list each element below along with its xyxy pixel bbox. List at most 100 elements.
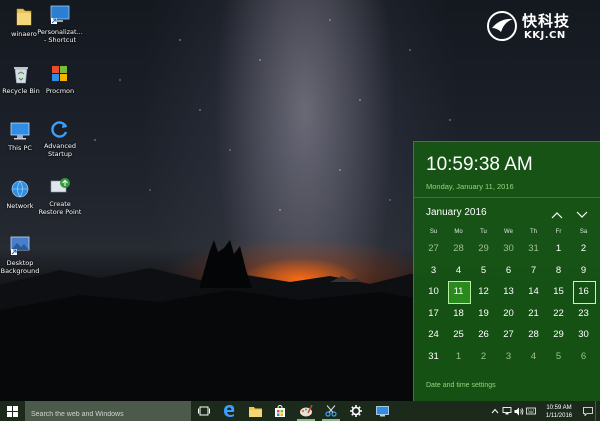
calendar-day[interactable]: 15	[546, 281, 571, 303]
calendar-day[interactable]: 12	[471, 281, 496, 303]
weekday-header: Fr	[555, 229, 562, 235]
clock-calendar-flyout: 10:59:38 AM Monday, January 11, 2016 Jan…	[413, 141, 600, 401]
desktop-icon-create-restore-point[interactable]: Create Restore Point	[36, 176, 84, 216]
chevron-up-icon	[491, 408, 499, 414]
desktop-icon-advanced-startup[interactable]: Advanced Startup	[36, 118, 84, 158]
recycle-bin-icon	[14, 67, 28, 84]
watermark-subtext: KKJ.CN	[524, 30, 566, 41]
calendar-day-today[interactable]: 11	[446, 281, 471, 304]
calendar-day-selected[interactable]: 16	[571, 281, 596, 304]
desktop-icon-label: Personalizat... - Shortcut	[37, 28, 83, 44]
previous-month-button[interactable]	[550, 206, 564, 219]
calendar-day[interactable]: 23	[571, 303, 596, 325]
calendar-day[interactable]: 31	[521, 238, 546, 260]
scissors-icon	[324, 405, 337, 417]
calendar-day[interactable]: 31	[421, 346, 446, 368]
search-input[interactable]	[25, 404, 191, 421]
watermark-text: 快科技	[522, 12, 571, 30]
kkj-logo-icon	[487, 11, 517, 41]
flyout-divider	[414, 197, 600, 198]
edge-browser-button[interactable]	[217, 401, 241, 421]
calendar-day[interactable]: 10	[421, 281, 446, 303]
store-bag-icon	[275, 405, 285, 417]
snipping-tool-button[interactable]	[319, 401, 343, 421]
chevron-down-icon	[576, 211, 588, 218]
taskbar-clock[interactable]: 10:59 AM 1/11/2016	[537, 403, 581, 420]
gear-icon	[350, 405, 362, 417]
calendar-day[interactable]: 7	[521, 260, 546, 282]
edge-icon	[224, 405, 235, 417]
keyboard-input-button[interactable]	[525, 401, 537, 421]
calendar-day[interactable]: 5	[471, 260, 496, 282]
weekday-header: We	[504, 229, 513, 235]
calendar-day[interactable]: 30	[571, 324, 596, 346]
calendar-day[interactable]: 4	[446, 260, 471, 282]
folder-icon	[248, 406, 262, 417]
calendar-day[interactable]: 27	[496, 324, 521, 346]
computer-icon	[10, 122, 30, 140]
calendar-day[interactable]: 14	[521, 281, 546, 303]
keyboard-icon	[526, 407, 536, 415]
calendar-day[interactable]: 6	[496, 260, 521, 282]
calendar-day[interactable]: 18	[446, 303, 471, 325]
calendar-day[interactable]: 29	[471, 238, 496, 260]
windows-logo-icon	[7, 405, 18, 417]
calendar-day[interactable]: 2	[471, 346, 496, 368]
file-explorer-button[interactable]	[243, 401, 267, 421]
speaker-icon	[514, 407, 524, 415]
restore-point-icon	[50, 178, 70, 193]
volume-button[interactable]	[513, 401, 525, 421]
action-center-button[interactable]	[581, 401, 595, 421]
paint-app-button[interactable]	[294, 401, 318, 421]
network-tray-button[interactable]	[501, 401, 513, 421]
store-button[interactable]	[268, 401, 292, 421]
system-tray: 10:59 AM 1/11/2016	[489, 401, 600, 421]
notification-icon	[583, 406, 593, 416]
calendar-day[interactable]: 28	[521, 324, 546, 346]
calendar-day[interactable]: 26	[471, 324, 496, 346]
calendar-day[interactable]: 1	[446, 346, 471, 368]
show-desktop-button[interactable]	[595, 401, 600, 421]
calendar-day[interactable]: 28	[446, 238, 471, 260]
show-hidden-icons-button[interactable]	[489, 401, 501, 421]
taskbar-clock-date: 1/11/2016	[545, 412, 573, 419]
calendar-day[interactable]: 5	[546, 346, 571, 368]
calendar-day[interactable]: 30	[496, 238, 521, 260]
taskbar: 10:59 AM 1/11/2016	[0, 401, 600, 421]
desktop-icon-label: Advanced Startup	[43, 142, 77, 158]
calendar-day[interactable]: 22	[546, 303, 571, 325]
calendar-day[interactable]: 13	[496, 281, 521, 303]
calendar-day[interactable]: 3	[421, 260, 446, 282]
calendar-day[interactable]: 6	[571, 346, 596, 368]
calendar-day[interactable]: 9	[571, 260, 596, 282]
date-time-settings-link[interactable]: Date and time settings	[426, 382, 496, 389]
calendar-day[interactable]: 19	[471, 303, 496, 325]
calendar-day[interactable]: 27	[421, 238, 446, 260]
calendar-day[interactable]: 20	[496, 303, 521, 325]
weekday-header: Th	[529, 229, 537, 235]
monitor-icon	[375, 405, 389, 416]
calendar-day[interactable]: 4	[521, 346, 546, 368]
calendar-day[interactable]: 3	[496, 346, 521, 368]
calendar-day[interactable]: 21	[521, 303, 546, 325]
taskbar-search[interactable]	[25, 401, 191, 421]
calendar-day[interactable]: 2	[571, 238, 596, 260]
calendar-day[interactable]: 25	[446, 324, 471, 346]
remote-desktop-button[interactable]	[370, 401, 394, 421]
calendar-day[interactable]: 8	[546, 260, 571, 282]
calendar-day[interactable]: 17	[421, 303, 446, 325]
desktop-icon-procmon[interactable]: Procmon	[36, 63, 84, 95]
flyout-date-link[interactable]: Monday, January 11, 2016	[426, 182, 514, 191]
next-month-button[interactable]	[575, 206, 589, 218]
desktop-icon-personalization[interactable]: Personalizat... - Shortcut	[36, 4, 84, 44]
task-view-icon	[198, 406, 210, 416]
calendar-day[interactable]: 29	[546, 324, 571, 346]
calendar-day[interactable]: 24	[421, 324, 446, 346]
task-view-button[interactable]	[192, 401, 216, 421]
calendar-day[interactable]: 1	[546, 238, 571, 260]
calendar-month-label[interactable]: January 2016	[426, 207, 487, 218]
settings-button[interactable]	[344, 401, 368, 421]
desktop-icon-desktop-background[interactable]: Desktop Background	[0, 235, 44, 275]
weekday-header: Tu	[480, 229, 487, 235]
start-button[interactable]	[0, 401, 25, 421]
